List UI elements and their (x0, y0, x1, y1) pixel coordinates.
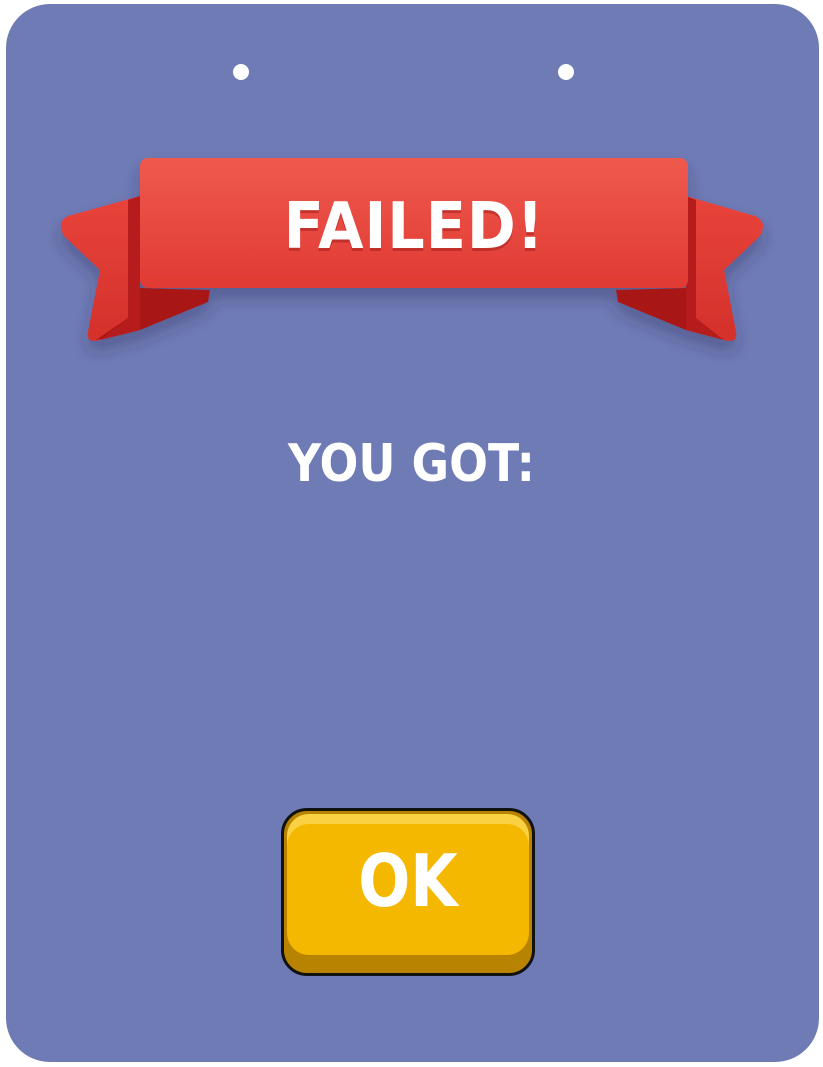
result-subtitle: YOU GOT: (288, 434, 535, 494)
ok-button-label: OK (358, 839, 458, 923)
pin-dot-icon (558, 64, 574, 80)
pin-dot-icon (233, 64, 249, 80)
result-title: FAILED! (283, 190, 545, 264)
ok-button[interactable]: OK (281, 808, 535, 976)
